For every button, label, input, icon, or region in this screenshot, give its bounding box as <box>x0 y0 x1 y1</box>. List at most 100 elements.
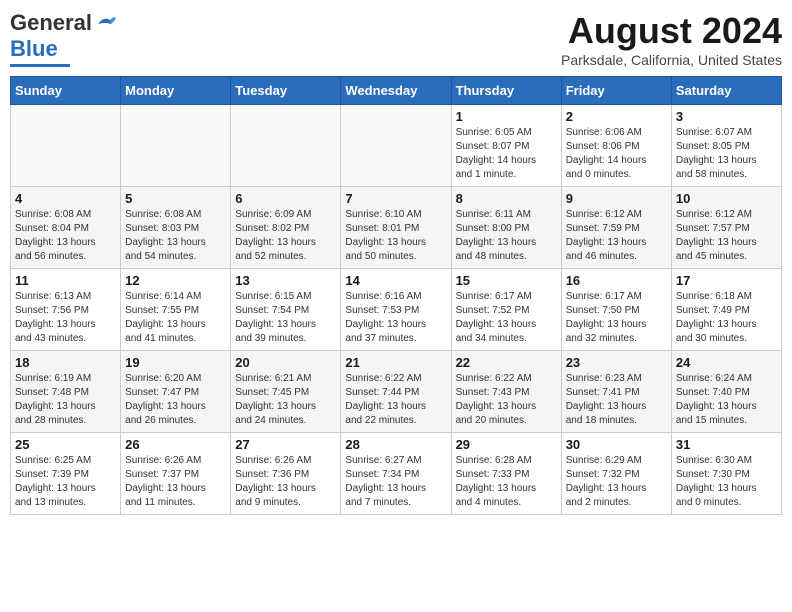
calendar-day-21: 21 Sunrise: 6:22 AMSunset: 7:44 PMDayligh… <box>341 351 451 433</box>
day-number: 23 <box>566 355 667 370</box>
weekday-header-friday: Friday <box>561 77 671 105</box>
day-info: Sunrise: 6:09 AMSunset: 8:02 PMDaylight:… <box>235 208 336 264</box>
calendar-week-row: 1Sunrise: 6:05 AMSunset: 8:07 PMDaylight… <box>11 105 782 187</box>
calendar-day-25: 25 Sunrise: 6:25 AMSunset: 7:39 PMDayligh… <box>11 433 121 515</box>
day-info: Sunrise: 6:28 AMSunset: 7:33 PMDaylight:… <box>456 454 557 510</box>
day-number: 20 <box>235 355 336 370</box>
day-number: 16 <box>566 273 667 288</box>
page-header: General Blue August 2024 Parksdale, Cali… <box>10 10 782 68</box>
day-number: 2 <box>566 109 667 124</box>
day-number: 6 <box>235 191 336 206</box>
day-number: 11 <box>15 273 116 288</box>
logo-underline <box>10 64 70 67</box>
calendar-day-6: 6 Sunrise: 6:09 AMSunset: 8:02 PMDaylight… <box>231 187 341 269</box>
day-number: 22 <box>456 355 557 370</box>
day-info: Sunrise: 6:25 AMSunset: 7:39 PMDaylight:… <box>15 454 116 510</box>
day-info: Sunrise: 6:08 AMSunset: 8:04 PMDaylight:… <box>15 208 116 264</box>
calendar-empty-cell <box>231 105 341 187</box>
day-info: Sunrise: 6:12 AMSunset: 7:57 PMDaylight:… <box>676 208 777 264</box>
day-info: Sunrise: 6:24 AMSunset: 7:40 PMDaylight:… <box>676 372 777 428</box>
weekday-header-thursday: Thursday <box>451 77 561 105</box>
calendar-day-4: 4 Sunrise: 6:08 AMSunset: 8:04 PMDaylight… <box>11 187 121 269</box>
day-info: Sunrise: 6:10 AMSunset: 8:01 PMDaylight:… <box>345 208 446 264</box>
day-info: Sunrise: 6:08 AMSunset: 8:03 PMDaylight:… <box>125 208 226 264</box>
day-number: 28 <box>345 437 446 452</box>
location: Parksdale, California, United States <box>561 52 782 68</box>
day-number: 3 <box>676 109 777 124</box>
day-info: Sunrise: 6:16 AMSunset: 7:53 PMDaylight:… <box>345 290 446 346</box>
day-number: 19 <box>125 355 226 370</box>
day-number: 7 <box>345 191 446 206</box>
day-info: Sunrise: 6:18 AMSunset: 7:49 PMDaylight:… <box>676 290 777 346</box>
day-info: Sunrise: 6:21 AMSunset: 7:45 PMDaylight:… <box>235 372 336 428</box>
day-info: Sunrise: 6:29 AMSunset: 7:32 PMDaylight:… <box>566 454 667 510</box>
weekday-header-wednesday: Wednesday <box>341 77 451 105</box>
calendar-day-19: 19Sunrise: 6:20 AMSunset: 7:47 PMDayligh… <box>121 351 231 433</box>
calendar-day-22: 22 Sunrise: 6:22 AMSunset: 7:43 PMDayligh… <box>451 351 561 433</box>
day-number: 13 <box>235 273 336 288</box>
day-info: Sunrise: 6:30 AMSunset: 7:30 PMDaylight:… <box>676 454 777 510</box>
calendar-empty-cell <box>341 105 451 187</box>
calendar-day-23: 23 Sunrise: 6:23 AMSunset: 7:41 PMDayligh… <box>561 351 671 433</box>
calendar-day-18: 18Sunrise: 6:19 AMSunset: 7:48 PMDayligh… <box>11 351 121 433</box>
calendar-week-row: 4 Sunrise: 6:08 AMSunset: 8:04 PMDaylight… <box>11 187 782 269</box>
calendar-day-30: 30 Sunrise: 6:29 AMSunset: 7:32 PMDayligh… <box>561 433 671 515</box>
weekday-header-saturday: Saturday <box>671 77 781 105</box>
calendar-day-8: 8 Sunrise: 6:11 AMSunset: 8:00 PMDaylight… <box>451 187 561 269</box>
calendar-week-row: 25 Sunrise: 6:25 AMSunset: 7:39 PMDayligh… <box>11 433 782 515</box>
day-number: 8 <box>456 191 557 206</box>
day-info: Sunrise: 6:11 AMSunset: 8:00 PMDaylight:… <box>456 208 557 264</box>
day-info: Sunrise: 6:06 AMSunset: 8:06 PMDaylight:… <box>566 126 667 182</box>
logo-text: General <box>10 10 92 36</box>
day-number: 15 <box>456 273 557 288</box>
calendar-day-12: 12Sunrise: 6:14 AMSunset: 7:55 PMDayligh… <box>121 269 231 351</box>
day-number: 24 <box>676 355 777 370</box>
calendar-day-7: 7 Sunrise: 6:10 AMSunset: 8:01 PMDaylight… <box>341 187 451 269</box>
calendar-day-26: 26Sunrise: 6:26 AMSunset: 7:37 PMDayligh… <box>121 433 231 515</box>
calendar-day-3: 3 Sunrise: 6:07 AMSunset: 8:05 PMDaylight… <box>671 105 781 187</box>
day-info: Sunrise: 6:07 AMSunset: 8:05 PMDaylight:… <box>676 126 777 182</box>
weekday-header-monday: Monday <box>121 77 231 105</box>
day-info: Sunrise: 6:12 AMSunset: 7:59 PMDaylight:… <box>566 208 667 264</box>
calendar-week-row: 11 Sunrise: 6:13 AMSunset: 7:56 PMDayligh… <box>11 269 782 351</box>
calendar-day-10: 10 Sunrise: 6:12 AMSunset: 7:57 PMDayligh… <box>671 187 781 269</box>
day-info: Sunrise: 6:13 AMSunset: 7:56 PMDaylight:… <box>15 290 116 346</box>
day-number: 10 <box>676 191 777 206</box>
month-title: August 2024 <box>561 10 782 52</box>
day-number: 21 <box>345 355 446 370</box>
logo-blue-text: Blue <box>10 36 58 62</box>
calendar-header: SundayMondayTuesdayWednesdayThursdayFrid… <box>11 77 782 105</box>
day-info: Sunrise: 6:17 AMSunset: 7:52 PMDaylight:… <box>456 290 557 346</box>
calendar-empty-cell <box>121 105 231 187</box>
day-info: Sunrise: 6:22 AMSunset: 7:44 PMDaylight:… <box>345 372 446 428</box>
calendar-week-row: 18Sunrise: 6:19 AMSunset: 7:48 PMDayligh… <box>11 351 782 433</box>
calendar-day-24: 24 Sunrise: 6:24 AMSunset: 7:40 PMDayligh… <box>671 351 781 433</box>
day-info: Sunrise: 6:14 AMSunset: 7:55 PMDaylight:… <box>125 290 226 346</box>
calendar-day-9: 9Sunrise: 6:12 AMSunset: 7:59 PMDaylight… <box>561 187 671 269</box>
calendar-day-14: 14 Sunrise: 6:16 AMSunset: 7:53 PMDayligh… <box>341 269 451 351</box>
day-number: 31 <box>676 437 777 452</box>
calendar-day-13: 13Sunrise: 6:15 AMSunset: 7:54 PMDayligh… <box>231 269 341 351</box>
weekday-header-sunday: Sunday <box>11 77 121 105</box>
day-number: 29 <box>456 437 557 452</box>
calendar-body: 1Sunrise: 6:05 AMSunset: 8:07 PMDaylight… <box>11 105 782 515</box>
day-number: 14 <box>345 273 446 288</box>
calendar-table: SundayMondayTuesdayWednesdayThursdayFrid… <box>10 76 782 515</box>
day-info: Sunrise: 6:17 AMSunset: 7:50 PMDaylight:… <box>566 290 667 346</box>
calendar-day-28: 28Sunrise: 6:27 AMSunset: 7:34 PMDayligh… <box>341 433 451 515</box>
day-info: Sunrise: 6:26 AMSunset: 7:37 PMDaylight:… <box>125 454 226 510</box>
day-number: 5 <box>125 191 226 206</box>
weekday-header-row: SundayMondayTuesdayWednesdayThursdayFrid… <box>11 77 782 105</box>
calendar-day-17: 17 Sunrise: 6:18 AMSunset: 7:49 PMDayligh… <box>671 269 781 351</box>
day-number: 30 <box>566 437 667 452</box>
day-info: Sunrise: 6:22 AMSunset: 7:43 PMDaylight:… <box>456 372 557 428</box>
day-number: 17 <box>676 273 777 288</box>
calendar-day-29: 29 Sunrise: 6:28 AMSunset: 7:33 PMDayligh… <box>451 433 561 515</box>
calendar-day-2: 2 Sunrise: 6:06 AMSunset: 8:06 PMDaylight… <box>561 105 671 187</box>
calendar-day-20: 20 Sunrise: 6:21 AMSunset: 7:45 PMDayligh… <box>231 351 341 433</box>
logo-bird-icon <box>96 14 118 32</box>
day-info: Sunrise: 6:23 AMSunset: 7:41 PMDaylight:… <box>566 372 667 428</box>
day-number: 25 <box>15 437 116 452</box>
day-number: 4 <box>15 191 116 206</box>
calendar-empty-cell <box>11 105 121 187</box>
